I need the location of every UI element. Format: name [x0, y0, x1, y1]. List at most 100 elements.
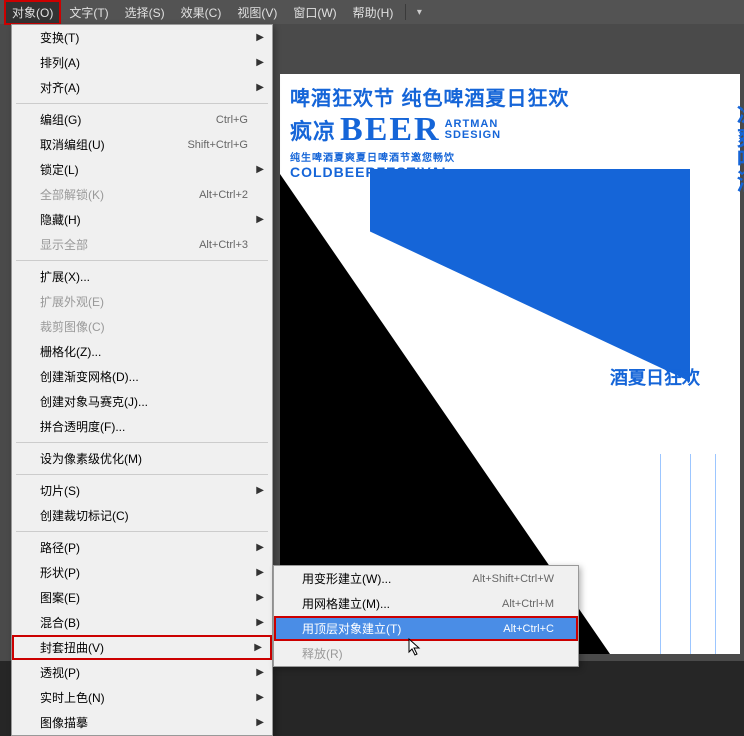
cursor-icon [408, 638, 424, 661]
menu-item-shortcut: Shift+Ctrl+G [187, 139, 248, 151]
menu-item-label: 排列(A) [40, 54, 248, 71]
object-menu-dropdown: 变换(T)▶排列(A)▶对齐(A)▶编组(G)Ctrl+G取消编组(U)Shif… [11, 24, 273, 736]
submenu-arrow-icon: ▶ [256, 667, 264, 678]
submenu-item-2[interactable]: 用顶层对象建立(T)Alt+Ctrl+C [274, 616, 578, 641]
menu-item-label: 栅格化(Z)... [40, 343, 248, 360]
artwork-text: 啤酒狂欢节 纯色啤酒夏日狂欢 疯凉 BEER ARTMANSDESIGN 纯生啤… [290, 82, 740, 180]
submenu-item-shortcut: Alt+Shift+Ctrl+W [472, 573, 554, 585]
menu-item-1[interactable]: 排列(A) ▶ [12, 50, 272, 75]
submenu-item-3: 释放(R) [274, 641, 578, 666]
menubar-separator [405, 4, 406, 20]
submenu-item-0[interactable]: 用变形建立(W)...Alt+Shift+Ctrl+W [274, 566, 578, 591]
menu-item-label: 裁剪图像(C) [40, 318, 248, 335]
menu-item-30[interactable]: 实时上色(N) ▶ [12, 685, 272, 710]
menu-item-label: 图案(E) [40, 589, 248, 606]
submenu-arrow-icon: ▶ [256, 542, 264, 553]
menu-item-4[interactable]: 编组(G)Ctrl+G [12, 107, 272, 132]
menu-type[interactable]: 文字(T) [61, 0, 116, 25]
menu-item-17[interactable]: 拼合透明度(F)... [12, 414, 272, 439]
menu-item-shortcut: Alt+Ctrl+3 [199, 239, 248, 251]
submenu-item-label: 用网格建立(M)... [302, 595, 502, 612]
menu-item-label: 创建裁切标记(C) [40, 507, 248, 524]
menu-item-2[interactable]: 对齐(A) ▶ [12, 75, 272, 100]
submenu-arrow-icon: ▶ [256, 692, 264, 703]
menu-item-label: 扩展(X)... [40, 268, 248, 285]
envelope-distort-submenu: 用变形建立(W)...Alt+Shift+Ctrl+W用网格建立(M)...Al… [273, 565, 579, 667]
menu-item-8[interactable]: 隐藏(H) ▶ [12, 207, 272, 232]
menu-item-9: 显示全部Alt+Ctrl+3 [12, 232, 272, 257]
menu-object[interactable]: 对象(O) [4, 0, 61, 25]
menu-item-24[interactable]: 路径(P)▶ [12, 535, 272, 560]
submenu-item-label: 用顶层对象建立(T) [302, 620, 503, 637]
headline-text: 啤酒狂欢节 纯色啤酒夏日狂欢 [290, 82, 740, 111]
menu-item-label: 混合(B) [40, 614, 248, 631]
submenu-arrow-icon: ▶ [256, 214, 264, 225]
menu-separator [16, 103, 268, 104]
menu-item-26[interactable]: 图案(E)▶ [12, 585, 272, 610]
submenu-item-1[interactable]: 用网格建立(M)...Alt+Ctrl+M [274, 591, 578, 616]
menu-item-21[interactable]: 切片(S) ▶ [12, 478, 272, 503]
menu-item-16[interactable]: 创建对象马赛克(J)... [12, 389, 272, 414]
menu-separator [16, 474, 268, 475]
subtitle-text: 纯生啤酒夏爽夏日啤酒节邀您畅饮 [290, 149, 740, 164]
menu-item-15[interactable]: 创建渐变网格(D)... [12, 364, 272, 389]
menu-item-label: 锁定(L) [40, 161, 248, 178]
menu-item-22[interactable]: 创建裁切标记(C) [12, 503, 272, 528]
menu-item-label: 隐藏(H) [40, 211, 248, 228]
menu-help[interactable]: 帮助(H) [345, 0, 402, 25]
menu-item-shortcut: Alt+Ctrl+2 [199, 189, 248, 201]
menu-item-27[interactable]: 混合(B)▶ [12, 610, 272, 635]
menu-window[interactable]: 窗口(W) [285, 0, 344, 25]
submenu-item-shortcut: Alt+Ctrl+M [502, 598, 554, 610]
menu-item-29[interactable]: 透视(P) ▶ [12, 660, 272, 685]
submenu-arrow-icon: ▶ [256, 82, 264, 93]
menu-item-19[interactable]: 设为像素级优化(M) [12, 446, 272, 471]
submenu-item-shortcut: Alt+Ctrl+C [503, 623, 554, 635]
submenu-arrow-icon: ▶ [256, 717, 264, 728]
menu-item-label: 取消编组(U) [40, 136, 187, 153]
menu-item-31[interactable]: 图像描摹 ▶ [12, 710, 272, 735]
menu-item-label: 全部解锁(K) [40, 186, 199, 203]
menu-item-0[interactable]: 变换(T)▶ [12, 25, 272, 50]
menu-effect[interactable]: 效果(C) [173, 0, 230, 25]
menu-item-label: 对齐(A) [40, 79, 248, 96]
menu-item-label: 切片(S) [40, 482, 248, 499]
workspace-switcher-icon[interactable]: ▾ [410, 3, 428, 21]
menu-item-label: 扩展外观(E) [40, 293, 248, 310]
menu-item-12: 扩展外观(E) [12, 289, 272, 314]
submenu-arrow-icon: ▶ [254, 642, 262, 653]
menu-separator [16, 531, 268, 532]
menu-item-label: 设为像素级优化(M) [40, 450, 248, 467]
menu-item-shortcut: Ctrl+G [216, 114, 248, 126]
menu-separator [16, 260, 268, 261]
submenu-arrow-icon: ▶ [256, 567, 264, 578]
menu-item-11[interactable]: 扩展(X)... [12, 264, 272, 289]
submenu-arrow-icon: ▶ [256, 164, 264, 175]
menu-item-label: 透视(P) [40, 664, 248, 681]
menu-item-label: 实时上色(N) [40, 689, 248, 706]
vertical-text-1: 冰爽啤酒 [731, 104, 744, 192]
submenu-arrow-icon: ▶ [256, 32, 264, 43]
submenu-item-label: 释放(R) [302, 645, 554, 662]
menu-item-label: 创建渐变网格(D)... [40, 368, 248, 385]
beer-text: BEER [340, 111, 441, 149]
menu-item-25[interactable]: 形状(P) ▶ [12, 560, 272, 585]
submenu-arrow-icon: ▶ [256, 485, 264, 496]
menu-item-label: 封套扭曲(V) [40, 639, 248, 656]
menu-item-label: 编组(G) [40, 111, 216, 128]
menu-separator [16, 442, 268, 443]
menu-select[interactable]: 选择(S) [117, 0, 173, 25]
menu-item-6[interactable]: 锁定(L) ▶ [12, 157, 272, 182]
menu-item-14[interactable]: 栅格化(Z)... [12, 339, 272, 364]
menu-item-label: 拼合透明度(F)... [40, 418, 248, 435]
menu-item-28[interactable]: 封套扭曲(V) ▶ [12, 635, 272, 660]
menu-item-label: 形状(P) [40, 564, 248, 581]
menu-item-13: 裁剪图像(C) [12, 314, 272, 339]
menu-item-label: 显示全部 [40, 236, 199, 253]
bottom-text-block: 冰爽啤酒节 [738, 374, 744, 454]
menu-view[interactable]: 视图(V) [229, 0, 285, 25]
menu-item-5[interactable]: 取消编组(U)Shift+Ctrl+G [12, 132, 272, 157]
submenu-arrow-icon: ▶ [256, 57, 264, 68]
menu-item-label: 图像描摹 [40, 714, 248, 731]
menubar: 对象(O) 文字(T) 选择(S) 效果(C) 视图(V) 窗口(W) 帮助(H… [0, 0, 744, 24]
